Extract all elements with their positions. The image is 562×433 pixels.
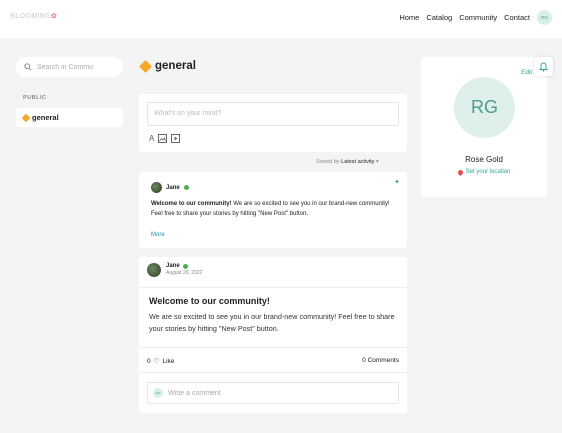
post-composer: What's on your mind? A xyxy=(139,94,407,152)
verified-badge-icon xyxy=(182,263,188,269)
pinned-post-text: Welcome to our community! We are so exci… xyxy=(151,200,396,219)
author-avatar[interactable] xyxy=(151,182,162,193)
pinned-post-lead: Welcome to our community! xyxy=(151,201,232,207)
more-link[interactable]: More xyxy=(151,232,165,238)
post-body: We are so excited to see you in our bran… xyxy=(149,312,395,333)
sort-selector[interactable]: Sorted by Latest activity ▾ xyxy=(316,159,379,165)
channel-diamond-icon xyxy=(21,113,31,122)
verified-badge-icon xyxy=(183,185,189,190)
image-icon[interactable] xyxy=(158,134,168,143)
top-navigation-bar: BLOOMING✿ Home Catalog Community Contact… xyxy=(0,0,562,38)
profile-card: Edit RG Rose Gold Set your location xyxy=(421,57,547,197)
chevron-down-icon: ▾ xyxy=(375,159,379,165)
post-date: August 29, 2022 xyxy=(166,270,203,276)
like-label: Like xyxy=(162,357,175,365)
like-button[interactable]: 0 ♡ Like xyxy=(147,357,175,366)
site-logo[interactable]: BLOOMING✿ xyxy=(10,12,57,20)
author-name[interactable]: Jane xyxy=(166,185,180,191)
profile-avatar: RG xyxy=(454,77,515,138)
pinned-post-card[interactable]: Jane ✦ Welcome to our community! We are … xyxy=(139,172,407,248)
sidebar-item-label: general xyxy=(32,113,59,122)
heart-icon: ♡ xyxy=(153,358,160,365)
user-avatar[interactable]: RG xyxy=(537,10,552,25)
comment-placeholder: Write a comment xyxy=(168,389,221,397)
divider xyxy=(139,287,407,288)
edit-profile-link[interactable]: Edit xyxy=(521,69,532,76)
new-post-input[interactable]: What's on your mind? xyxy=(147,102,399,126)
location-link-label: Set your location xyxy=(465,169,511,175)
post-author: Jane xyxy=(151,182,189,193)
bell-icon xyxy=(539,62,548,71)
location-pin-icon xyxy=(456,168,464,176)
post-card: Jane August 29, 2022 Welcome to our comm… xyxy=(139,257,407,413)
search-icon xyxy=(24,63,32,71)
sidebar-section-heading: PUBLIC xyxy=(23,95,47,101)
profile-name: Rose Gold xyxy=(465,155,503,164)
comments-count: 0 xyxy=(362,357,366,364)
like-count: 0 xyxy=(147,357,151,365)
video-icon[interactable] xyxy=(171,134,181,143)
comments-link[interactable]: 0 Comments xyxy=(362,357,399,364)
pin-icon: ✦ xyxy=(394,179,400,186)
channel-title: general xyxy=(139,59,196,73)
channel-diamond-icon xyxy=(139,59,152,73)
channel-title-text: general xyxy=(155,60,196,72)
divider xyxy=(139,347,407,348)
search-input[interactable] xyxy=(37,63,119,71)
post-title: Welcome to our community! xyxy=(149,296,270,306)
sort-value: Latest activity xyxy=(341,159,375,165)
nav-community-link[interactable]: Community xyxy=(459,13,497,22)
main-nav: Home Catalog Community Contact RG xyxy=(399,10,552,25)
sidebar-item-general[interactable]: general xyxy=(16,108,123,127)
post-header: Jane August 29, 2022 xyxy=(147,263,202,277)
nav-catalog-link[interactable]: Catalog xyxy=(426,13,452,22)
divider xyxy=(139,372,407,373)
nav-home-link[interactable]: Home xyxy=(399,13,419,22)
nav-contact-link[interactable]: Contact xyxy=(504,13,530,22)
notifications-button[interactable] xyxy=(534,57,553,76)
author-name[interactable]: Jane xyxy=(166,263,180,269)
community-search[interactable] xyxy=(16,57,123,77)
composer-toolbar: A xyxy=(149,134,181,143)
comment-input[interactable]: RG Write a comment xyxy=(147,382,399,404)
sort-prefix: Sorted by xyxy=(316,159,340,165)
set-location-link[interactable]: Set your location xyxy=(421,168,547,176)
author-avatar[interactable] xyxy=(147,263,161,277)
comments-label: Comments xyxy=(367,357,399,364)
commenter-avatar: RG xyxy=(153,388,163,398)
text-format-icon[interactable]: A xyxy=(149,134,154,143)
